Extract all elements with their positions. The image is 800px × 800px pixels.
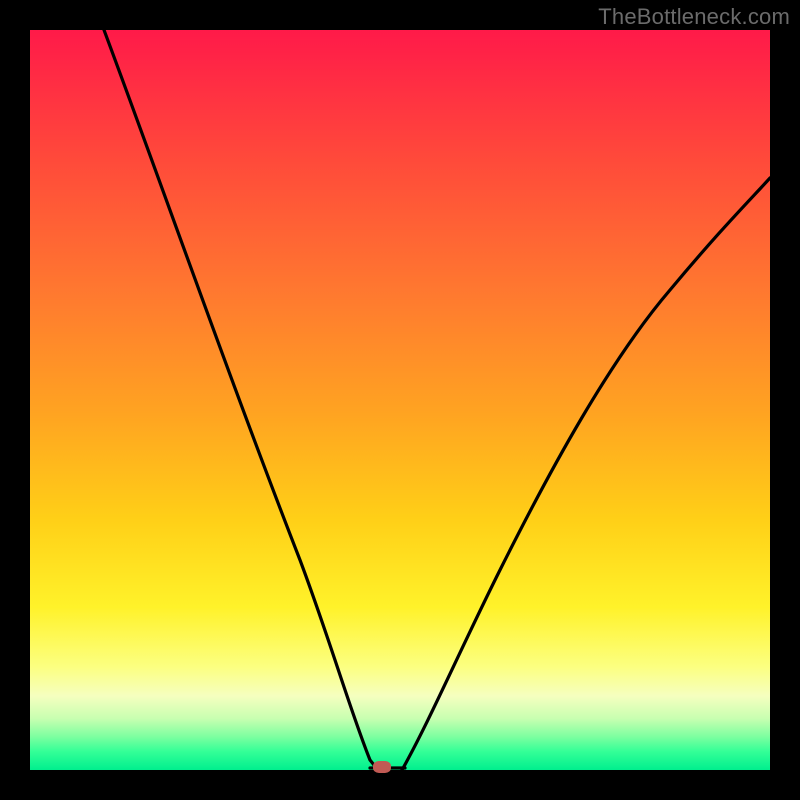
min-marker	[373, 761, 391, 773]
watermark-text: TheBottleneck.com	[598, 4, 790, 30]
plot-area	[30, 30, 770, 770]
bottleneck-curve	[30, 30, 770, 770]
chart-frame: TheBottleneck.com	[0, 0, 800, 800]
